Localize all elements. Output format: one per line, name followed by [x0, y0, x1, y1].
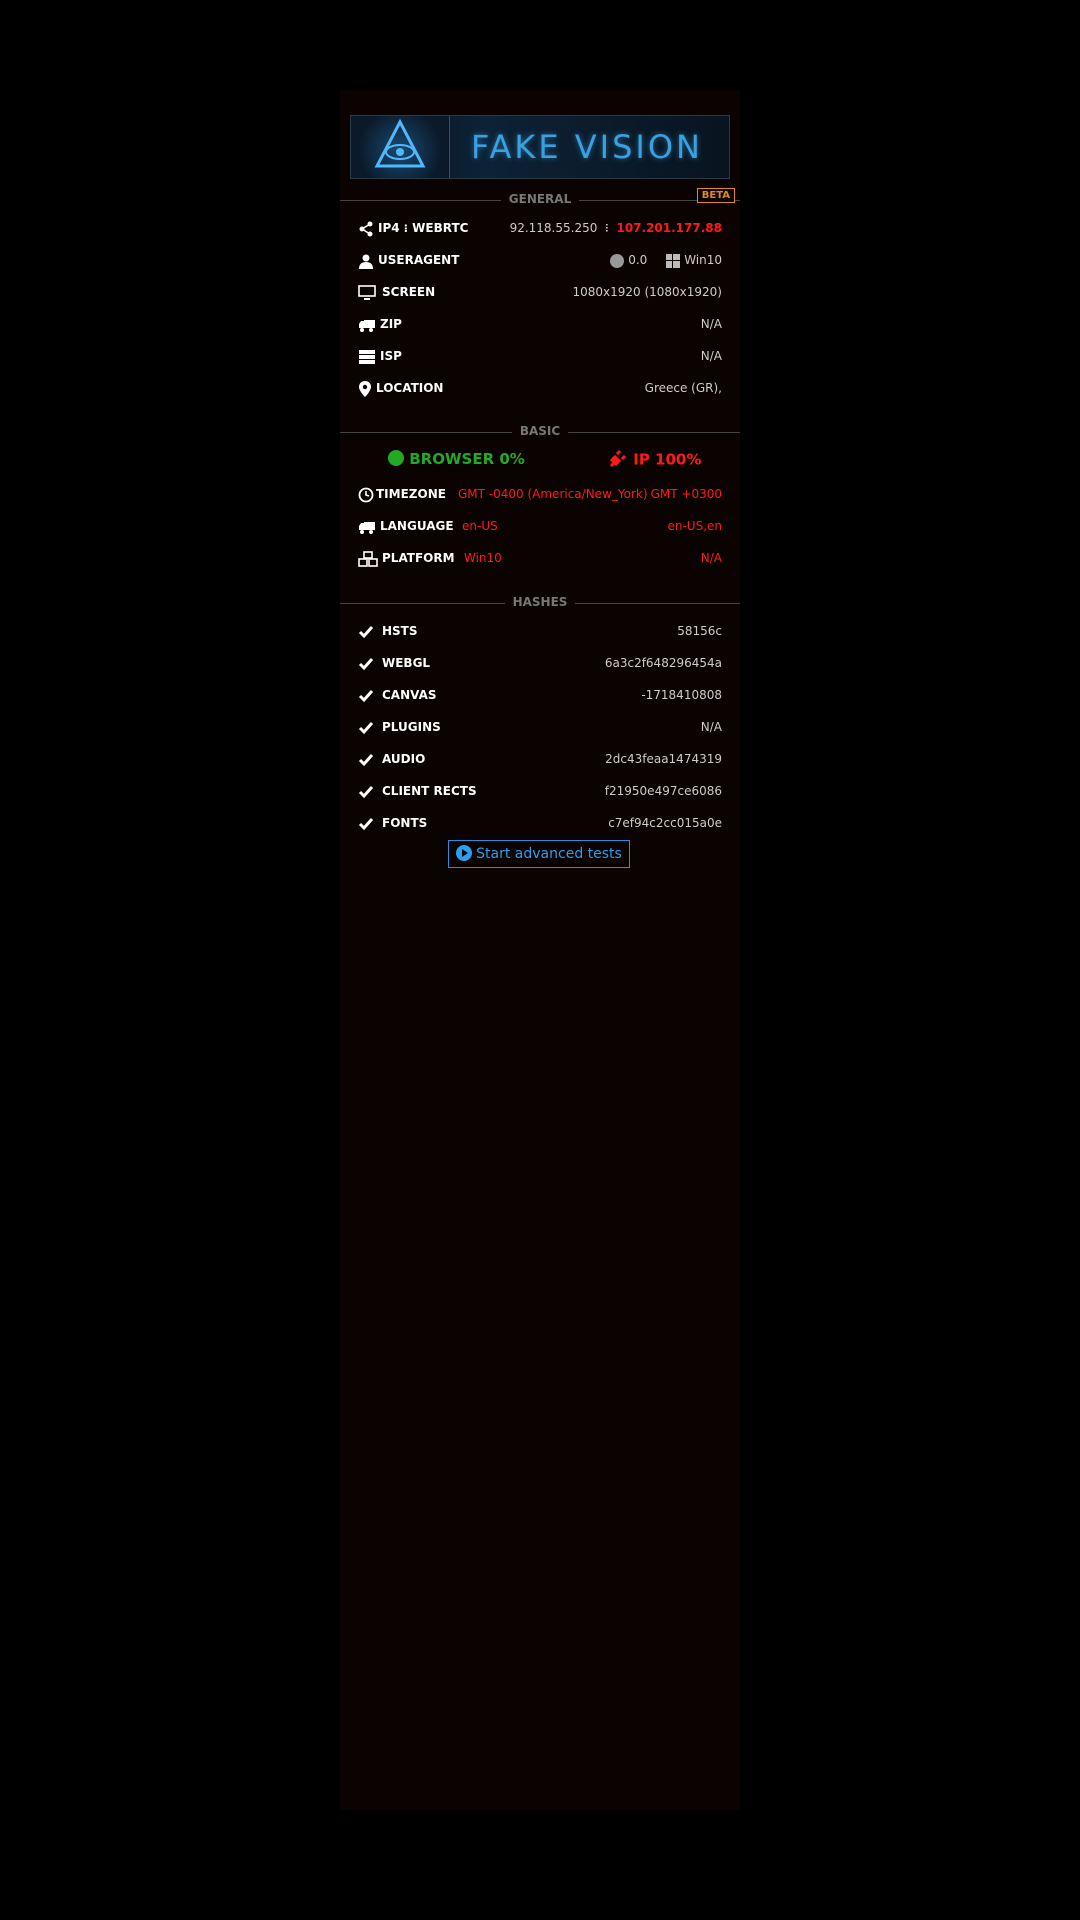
ip-score: IP 100% — [608, 448, 701, 470]
isp-label: ISP — [380, 349, 402, 363]
row-timezone: TIMEZONE GMT -0400 (America/New_York) GM… — [358, 484, 722, 506]
row-zip: ZIP N/A — [358, 314, 722, 336]
hash-value: 6a3c2f648296454a — [604, 656, 722, 670]
section-basic: BASIC — [340, 422, 740, 442]
hash-row-audio: AUDIO 2dc43feaa1474319 — [358, 749, 722, 771]
language-label: LANGUAGE — [380, 519, 454, 533]
hash-row-client-rects: CLIENT RECTS f21950e497ce6086 — [358, 781, 722, 803]
screen-label: SCREEN — [382, 285, 436, 299]
section-general: GENERAL BETA — [340, 188, 740, 210]
hash-label: CANVAS — [382, 688, 437, 702]
hash-row-hsts: HSTS 58156c — [358, 621, 722, 643]
timezone-browser: GMT -0400 (America/New_York) — [458, 487, 648, 501]
check-icon — [358, 816, 374, 832]
row-language: LANGUAGE en-US en-US,en — [358, 516, 722, 538]
section-title-general: GENERAL — [500, 192, 580, 206]
row-isp: ISP N/A — [358, 346, 722, 368]
row-location: LOCATION Greece (GR), — [358, 378, 722, 400]
ip-value: 92.118.55.250 ⁝ 107.201.177.88 — [509, 221, 722, 235]
platform-label: PLATFORM — [382, 551, 455, 565]
hash-value: N/A — [700, 720, 722, 734]
language-ip: en-US,en — [667, 519, 722, 533]
server-icon — [358, 349, 375, 365]
main-panel: FAKE VISION GENERAL BETA IP4 ⁝ WEBRTC 92… — [340, 90, 740, 1810]
truck-icon — [358, 519, 375, 535]
eye-triangle-logo — [351, 116, 450, 178]
hash-value: c7ef94c2cc015a0e — [608, 816, 722, 830]
check-icon — [358, 784, 374, 800]
check-icon — [358, 688, 374, 704]
section-title-basic: BASIC — [511, 424, 569, 438]
cubes-icon — [358, 551, 378, 567]
windows-icon — [666, 253, 681, 268]
hash-value: 2dc43feaa1474319 — [605, 752, 722, 766]
play-icon — [456, 845, 473, 861]
plug-icon — [608, 448, 628, 468]
hash-value: 58156c — [677, 624, 722, 638]
hash-row-webgl: WEBGL 6a3c2f648296454a — [358, 653, 722, 675]
check-icon — [358, 720, 374, 736]
hash-label: PLUGINS — [382, 720, 441, 734]
hash-row-fonts: FONTS c7ef94c2cc015a0e — [358, 813, 722, 835]
browser-icon — [610, 253, 625, 268]
webrtc-value: 107.201.177.88 — [616, 221, 722, 235]
platform-ip: N/A — [700, 551, 722, 565]
globe-icon — [388, 449, 404, 466]
row-screen: SCREEN 1080x1920 (1080x1920) — [358, 282, 722, 304]
section-hashes: HASHES — [340, 593, 740, 613]
language-browser: en-US — [462, 519, 498, 533]
zip-value: N/A — [700, 317, 722, 331]
platform-browser: Win10 — [464, 551, 502, 565]
hash-row-canvas: CANVAS -1718410808 — [358, 685, 722, 707]
hash-row-plugins: PLUGINS N/A — [358, 717, 722, 739]
section-title-hashes: HASHES — [504, 595, 576, 609]
clock-icon — [358, 487, 374, 503]
browser-score: BROWSER 0% — [388, 449, 525, 468]
ip-label: IP4 ⁝ WEBRTC — [378, 221, 469, 235]
useragent-value: 0.0 Win10 — [610, 253, 722, 268]
row-platform: PLATFORM Win10 N/A — [358, 548, 722, 570]
hash-label: AUDIO — [382, 752, 426, 766]
row-useragent: USERAGENT 0.0 Win10 — [358, 250, 722, 272]
monitor-icon — [358, 285, 376, 301]
check-icon — [358, 752, 374, 768]
hash-value: -1718410808 — [641, 688, 722, 702]
hash-label: CLIENT RECTS — [382, 784, 477, 798]
check-icon — [358, 656, 374, 672]
map-pin-icon — [358, 381, 374, 397]
banner-title: FAKE VISION — [471, 128, 703, 166]
zip-label: ZIP — [380, 317, 402, 331]
start-advanced-tests-button[interactable]: Start advanced tests — [448, 840, 630, 868]
row-ip: IP4 ⁝ WEBRTC 92.118.55.250 ⁝ 107.201.177… — [358, 218, 722, 240]
hash-label: FONTS — [382, 816, 428, 830]
hash-value: f21950e497ce6086 — [604, 784, 722, 798]
timezone-label: TIMEZONE — [376, 487, 446, 501]
beta-badge: BETA — [696, 188, 735, 203]
screen-value: 1080x1920 (1080x1920) — [572, 285, 722, 299]
timezone-ip: GMT +0300 — [650, 487, 722, 501]
banner: FAKE VISION — [350, 115, 730, 179]
hash-label: HSTS — [382, 624, 418, 638]
truck-icon — [358, 317, 375, 333]
hash-label: WEBGL — [382, 656, 431, 670]
row-scores: BROWSER 0% IP 100% — [358, 448, 722, 474]
location-value: Greece (GR), — [644, 381, 722, 395]
location-label: LOCATION — [376, 381, 444, 395]
user-icon — [358, 253, 374, 269]
isp-value: N/A — [700, 349, 722, 363]
useragent-label: USERAGENT — [378, 253, 460, 267]
check-icon — [358, 624, 374, 640]
share-icon — [358, 221, 374, 237]
